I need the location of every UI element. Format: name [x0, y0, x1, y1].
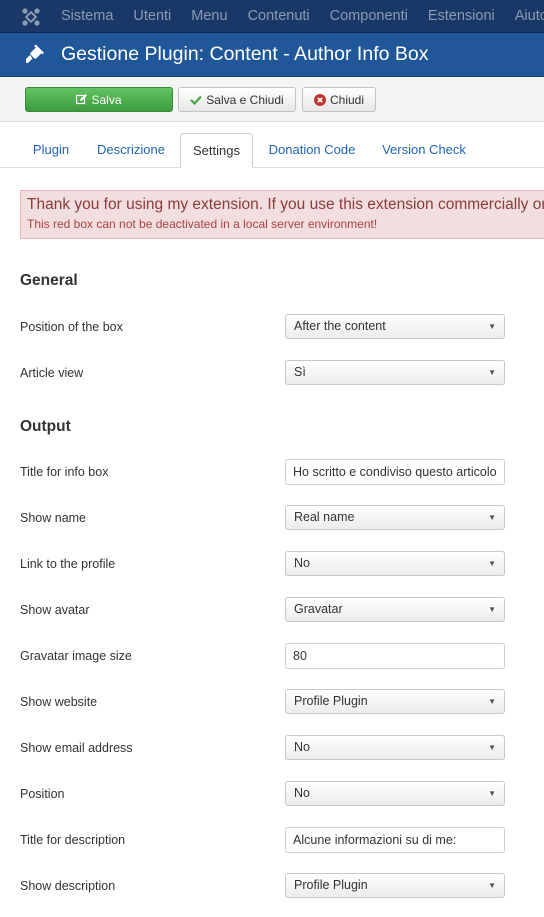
check-icon	[190, 95, 203, 105]
joomla-logo-icon[interactable]	[20, 6, 42, 28]
show-avatar-label: Show avatar	[20, 603, 90, 617]
article-view-label: Article view	[20, 366, 84, 380]
nav-item-componenti[interactable]: Componenti	[330, 0, 408, 33]
position-box-select[interactable]: After the content ▼	[285, 314, 505, 339]
caret-down-icon: ▼	[488, 697, 496, 706]
show-website-select[interactable]: Profile Plugin ▼	[285, 689, 505, 714]
show-description-label: Show description	[20, 879, 116, 893]
link-profile-value: No	[294, 556, 310, 570]
show-description-value: Profile Plugin	[294, 878, 368, 892]
show-website-value: Profile Plugin	[294, 694, 368, 708]
caret-down-icon: ▼	[488, 605, 496, 614]
nav-item-utenti[interactable]: Utenti	[133, 0, 171, 33]
title-info-box-input[interactable]	[285, 459, 505, 485]
article-view-select[interactable]: Sì ▼	[285, 360, 505, 385]
caret-down-icon: ▼	[488, 322, 496, 331]
show-email-select[interactable]: No ▼	[285, 735, 505, 760]
close-circle-icon	[313, 93, 326, 106]
caret-down-icon: ▼	[488, 368, 496, 377]
position-label: Position	[20, 787, 65, 801]
tab-donation-code[interactable]: Donation Code	[262, 133, 362, 168]
close-button-label: Chiudi	[329, 92, 365, 107]
edit-icon	[76, 94, 88, 105]
commercial-use-alert: Thank you for using my extension. If you…	[20, 190, 544, 239]
show-avatar-value: Gravatar	[294, 602, 343, 616]
position-select[interactable]: No ▼	[285, 781, 505, 806]
toolbar: Salva Salva e Chiudi Chiudi	[0, 77, 544, 122]
title-info-box-label: Title for info box	[20, 465, 109, 479]
position-value: No	[294, 786, 310, 800]
nav-item-menu[interactable]: Menu	[191, 0, 227, 33]
nav-item-sistema[interactable]: Sistema	[61, 0, 113, 33]
section-title-general: General	[20, 272, 78, 289]
show-name-select[interactable]: Real name ▼	[285, 505, 505, 530]
nav-item-contenuti[interactable]: Contenuti	[248, 0, 310, 33]
caret-down-icon: ▼	[488, 881, 496, 890]
save-and-close-button[interactable]: Salva e Chiudi	[178, 87, 296, 112]
close-button[interactable]: Chiudi	[302, 87, 376, 112]
show-name-label: Show name	[20, 511, 87, 525]
title-bar: Gestione Plugin: Content - Author Info B…	[0, 33, 544, 77]
show-email-value: No	[294, 740, 310, 754]
nav-item-estensioni[interactable]: Estensioni	[428, 0, 495, 33]
tab-version-check[interactable]: Version Check	[374, 133, 474, 168]
show-description-select[interactable]: Profile Plugin ▼	[285, 873, 505, 898]
article-view-value: Sì	[294, 365, 306, 379]
tab-settings[interactable]: Settings	[180, 133, 253, 168]
alert-subtitle: This red box can not be deactivated in a…	[27, 217, 378, 231]
show-email-label: Show email address	[20, 741, 133, 755]
title-description-input[interactable]	[285, 827, 505, 853]
show-website-label: Show website	[20, 695, 98, 709]
tab-descrizione[interactable]: Descrizione	[90, 133, 172, 168]
show-name-value: Real name	[294, 510, 355, 524]
link-profile-select[interactable]: No ▼	[285, 551, 505, 576]
show-avatar-select[interactable]: Gravatar ▼	[285, 597, 505, 622]
alert-title: Thank you for using my extension. If you…	[27, 196, 544, 213]
caret-down-icon: ▼	[488, 513, 496, 522]
section-title-output: Output	[20, 418, 71, 435]
tab-bar: Plugin Descrizione Settings Donation Cod…	[0, 122, 544, 168]
caret-down-icon: ▼	[488, 743, 496, 752]
gravatar-size-input[interactable]	[285, 643, 505, 669]
page-title: Gestione Plugin: Content - Author Info B…	[61, 43, 429, 65]
title-description-label: Title for description	[20, 833, 126, 847]
position-box-value: After the content	[294, 319, 386, 333]
save-button-label: Salva	[91, 92, 122, 107]
caret-down-icon: ▼	[488, 789, 496, 798]
save-and-close-label: Salva e Chiudi	[206, 92, 284, 107]
nav-item-aiuto[interactable]: Aiuto	[515, 0, 544, 33]
tab-plugin[interactable]: Plugin	[25, 133, 77, 168]
position-box-label: Position of the box	[20, 320, 123, 334]
gravatar-size-label: Gravatar image size	[20, 649, 132, 663]
plug-icon	[26, 44, 44, 63]
top-navbar: Sistema Utenti Menu Contenuti Componenti…	[0, 0, 544, 33]
save-button[interactable]: Salva	[25, 87, 173, 112]
link-profile-label: Link to the profile	[20, 557, 116, 571]
caret-down-icon: ▼	[488, 559, 496, 568]
